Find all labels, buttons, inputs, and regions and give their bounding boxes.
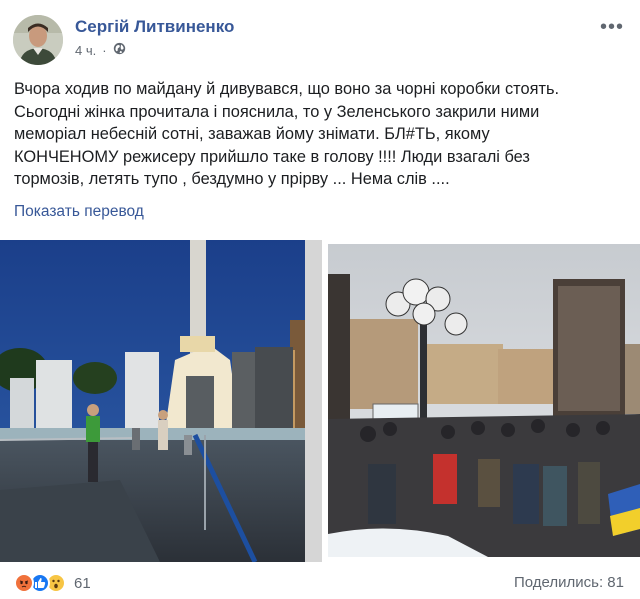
post-text-line: Вчора ходив по майдану й дивувався, що в… xyxy=(14,80,560,98)
reaction-count[interactable]: 61 xyxy=(74,575,91,592)
photo-night-square[interactable] xyxy=(0,240,305,562)
post-meta: 4 ч. · xyxy=(75,42,126,58)
avatar[interactable] xyxy=(13,15,63,65)
post-text-line: меморіал небесній сотні, заважав йому зн… xyxy=(14,125,490,143)
post-text-line: тормозів, летять тупо , бездумно у прірв… xyxy=(14,170,450,188)
more-dots-icon[interactable]: ••• xyxy=(600,16,624,39)
share-count[interactable]: Поделились: 81 xyxy=(514,574,624,591)
post-text-line: КОНЧЕНОМУ режисеру прийшло таке в голову… xyxy=(14,147,530,166)
facebook-post: Сергій Литвиненко 4 ч. · ••• Вчора ходив… xyxy=(0,0,640,599)
post-text: Вчора ходив по майдану й дивувався, що в… xyxy=(14,78,626,191)
show-translation-link[interactable]: Показать перевод xyxy=(14,203,144,221)
reactions-summary[interactable]: 61 xyxy=(14,573,91,593)
globe-icon[interactable] xyxy=(113,42,126,58)
post-time[interactable]: 4 ч. xyxy=(75,43,96,58)
post-author[interactable]: Сергій Литвиненко xyxy=(75,17,234,37)
dot-separator: · xyxy=(102,42,107,58)
photo-collage[interactable] xyxy=(0,240,640,562)
photo-crowd[interactable] xyxy=(322,240,640,562)
angry-icon xyxy=(14,573,34,593)
post-text-line: Сьогодні жінка прочитала і пояснила, то … xyxy=(14,102,540,121)
